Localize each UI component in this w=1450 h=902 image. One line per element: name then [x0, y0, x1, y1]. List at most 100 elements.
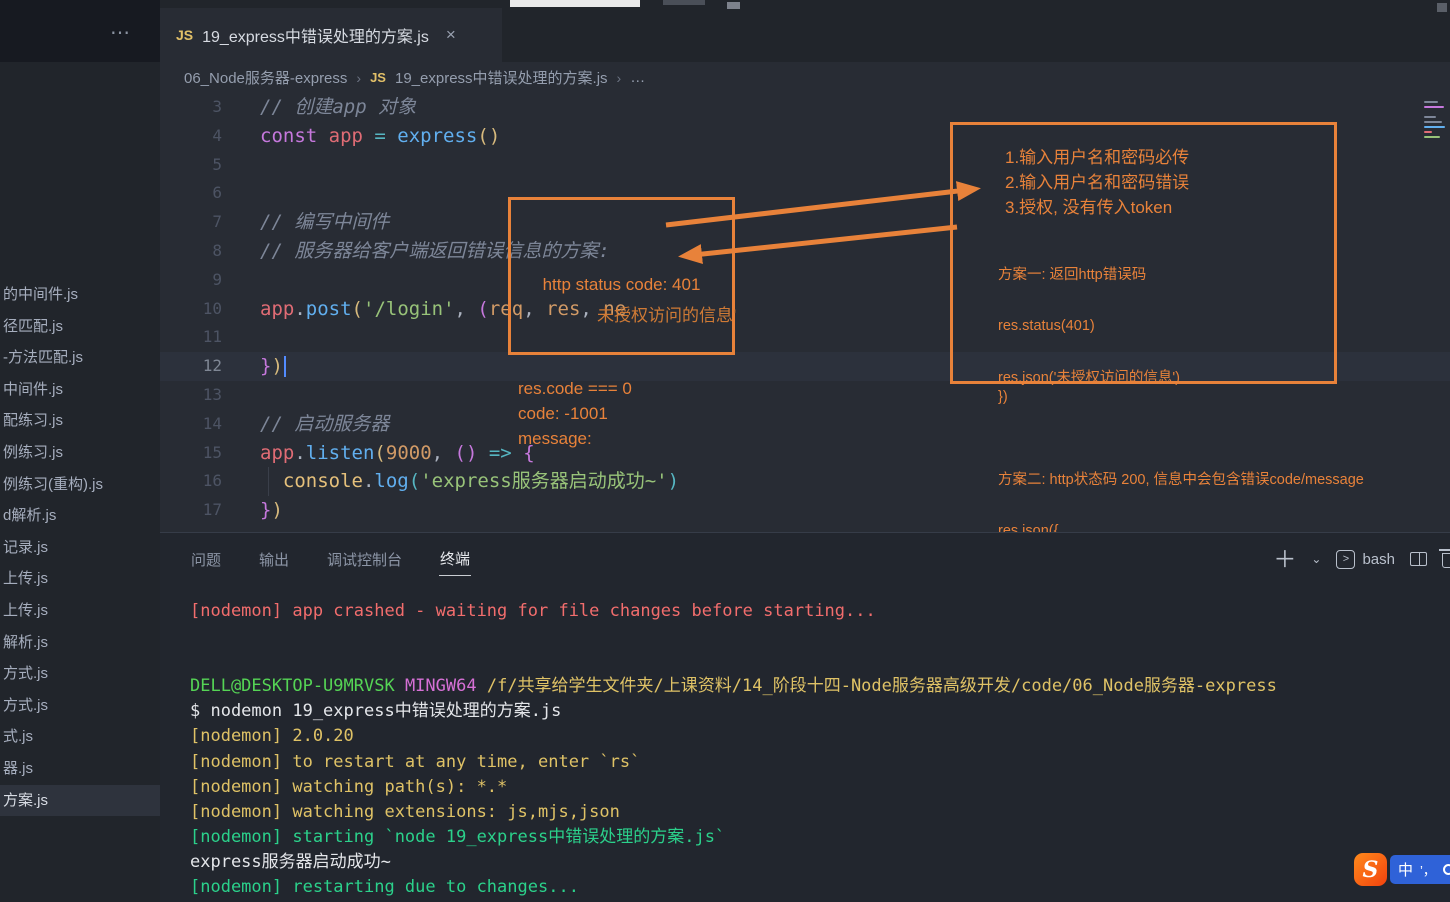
explorer-sidebar: 的中间件.js径匹配.js-方法匹配.js中间件.js配练习.js例练习.js例…	[0, 62, 160, 902]
titlebar-fragment	[663, 0, 705, 5]
sidebar-file-item[interactable]: 例练习.js	[0, 437, 160, 469]
code-line[interactable]: 13	[160, 381, 1450, 410]
shell-label: bash	[1362, 551, 1395, 568]
code-line[interactable]: 12})	[160, 352, 1450, 381]
line-number: 13	[160, 381, 222, 410]
minimap[interactable]	[1424, 98, 1448, 141]
terminal-line: [nodemon] starting `node 19_express中错误处理…	[190, 825, 1450, 850]
line-number: 10	[160, 295, 222, 324]
terminal-line: [nodemon] to restart at any time, enter …	[190, 750, 1450, 775]
more-actions-icon[interactable]: ⋯	[110, 20, 131, 45]
sidebar-file-item[interactable]: 解析.js	[0, 627, 160, 659]
line-number: 16	[160, 467, 222, 496]
close-icon[interactable]: ×	[446, 25, 456, 45]
sidebar-file-item[interactable]: 上传.js	[0, 563, 160, 595]
line-number: 4	[160, 122, 222, 151]
tab-problems[interactable]: 问题	[190, 543, 222, 576]
code-line[interactable]: 5	[160, 151, 1450, 180]
code-line[interactable]: 9	[160, 266, 1450, 295]
terminal-panel: 问题 输出 调试控制台 终端 ＋ ⌄ > bash [nodemon] app …	[160, 532, 1450, 902]
line-number: 8	[160, 237, 222, 266]
code-line[interactable]: 15app.listen(9000, () => {	[160, 439, 1450, 468]
text-cursor	[284, 356, 286, 377]
titlebar-corner: ⋯	[0, 0, 160, 62]
panel-tab-bar: 问题 输出 调试控制台 终端	[190, 533, 471, 585]
chevron-right-icon: ›	[356, 70, 361, 86]
terminal-line: DELL@DESKTOP-U9MRVSK MINGW64 /f/共享给学生文件夹…	[190, 674, 1450, 699]
new-terminal-button[interactable]: ＋	[1273, 548, 1296, 571]
breadcrumb-folder[interactable]: 06_Node服务器-express	[184, 67, 347, 88]
sidebar-file-item[interactable]: -方法匹配.js	[0, 342, 160, 374]
shell-selector[interactable]: > bash	[1336, 550, 1395, 569]
terminal-line	[190, 649, 1450, 674]
sidebar-file-item[interactable]: 上传.js	[0, 595, 160, 627]
terminal-line	[190, 624, 1450, 649]
titlebar-fragment	[1437, 3, 1447, 12]
terminal-output[interactable]: [nodemon] app crashed - waiting for file…	[190, 599, 1450, 900]
sidebar-file-list: 的中间件.js径匹配.js-方法匹配.js中间件.js配练习.js例练习.js例…	[0, 279, 160, 816]
code-line[interactable]: 6	[160, 179, 1450, 208]
vscode-window: ⋯ JS 19_express中错误处理的方案.js × 06_Node服务器-…	[0, 0, 1450, 902]
panel-actions: ＋ ⌄ > bash	[1273, 533, 1450, 585]
line-number: 14	[160, 410, 222, 439]
sidebar-file-item[interactable]: 径匹配.js	[0, 311, 160, 343]
js-file-icon: JS	[176, 27, 193, 43]
editor-tab[interactable]: JS 19_express中错误处理的方案.js ×	[160, 8, 502, 62]
code-line[interactable]: 17})	[160, 496, 1450, 525]
terminal-icon: >	[1336, 550, 1355, 569]
js-file-icon: JS	[370, 70, 386, 85]
breadcrumb-file[interactable]: 19_express中错误处理的方案.js	[395, 67, 608, 88]
tab-output[interactable]: 输出	[258, 543, 290, 576]
terminal-line: [nodemon] 2.0.20	[190, 724, 1450, 749]
code-line[interactable]: 14// 启动服务器	[160, 410, 1450, 439]
line-number: 17	[160, 496, 222, 525]
line-number: 11	[160, 323, 222, 352]
sidebar-file-item[interactable]: 例练习(重构).js	[0, 469, 160, 501]
ime-mode-icon[interactable]	[1443, 864, 1450, 875]
code-line[interactable]: 7// 编写中间件	[160, 208, 1450, 237]
ime-status-pill[interactable]: 中 ’，	[1390, 855, 1450, 884]
tab-debug-console[interactable]: 调试控制台	[326, 543, 403, 576]
sidebar-file-item[interactable]: 式.js	[0, 721, 160, 753]
breadcrumb: 06_Node服务器-express › JS 19_express中错误处理的…	[160, 62, 1450, 93]
line-number: 6	[160, 179, 222, 208]
chevron-right-icon: ›	[617, 70, 622, 86]
terminal-line: $ nodemon 19_express中错误处理的方案.js	[190, 699, 1450, 724]
code-line[interactable]: 16 console.log('express服务器启动成功~')	[160, 467, 1450, 496]
sidebar-file-item[interactable]: 方式.js	[0, 658, 160, 690]
split-terminal-icon[interactable]	[1410, 552, 1427, 566]
code-line[interactable]: 4const app = express()	[160, 122, 1450, 151]
ime-toolbar[interactable]: S 中 ’，	[1354, 853, 1450, 886]
code-line[interactable]: 8// 服务器给客户端返回错误信息的方案:	[160, 237, 1450, 266]
sidebar-file-item[interactable]: 方案.js	[0, 785, 160, 817]
line-number: 15	[160, 439, 222, 468]
sidebar-file-item[interactable]: 记录.js	[0, 532, 160, 564]
breadcrumb-more[interactable]: …	[630, 69, 645, 86]
tab-terminal[interactable]: 终端	[439, 542, 471, 576]
sidebar-file-item[interactable]: 配练习.js	[0, 405, 160, 437]
sidebar-file-item[interactable]: 器.js	[0, 753, 160, 785]
sidebar-file-item[interactable]: d解析.js	[0, 500, 160, 532]
tab-title: 19_express中错误处理的方案.js	[202, 23, 429, 47]
tab-bar: JS 19_express中错误处理的方案.js ×	[160, 0, 1450, 62]
code-lines: 3// 创建app 对象4const app = express()567// …	[160, 93, 1450, 525]
ime-punctuation-indicator[interactable]: ’，	[1420, 860, 1436, 879]
kill-terminal-icon[interactable]	[1442, 553, 1450, 568]
sidebar-file-item[interactable]: 方式.js	[0, 690, 160, 722]
code-line[interactable]: 3// 创建app 对象	[160, 93, 1450, 122]
titlebar-fragment	[510, 0, 640, 7]
line-number: 5	[160, 151, 222, 180]
ime-language-indicator[interactable]: 中	[1398, 859, 1413, 880]
chevron-down-icon[interactable]: ⌄	[1311, 552, 1321, 566]
code-editor[interactable]: 3// 创建app 对象4const app = express()567// …	[160, 93, 1450, 532]
line-number: 9	[160, 266, 222, 295]
terminal-line: [nodemon] restarting due to changes...	[190, 875, 1450, 900]
code-line[interactable]: 10app.post('/login', (req, res, ne	[160, 295, 1450, 324]
terminal-line: express服务器启动成功~	[190, 850, 1450, 875]
sidebar-file-item[interactable]: 中间件.js	[0, 374, 160, 406]
line-number: 3	[160, 93, 222, 122]
code-line[interactable]: 11	[160, 323, 1450, 352]
sogou-logo-icon[interactable]: S	[1354, 853, 1387, 886]
indent-guide	[268, 467, 269, 496]
sidebar-file-item[interactable]: 的中间件.js	[0, 279, 160, 311]
